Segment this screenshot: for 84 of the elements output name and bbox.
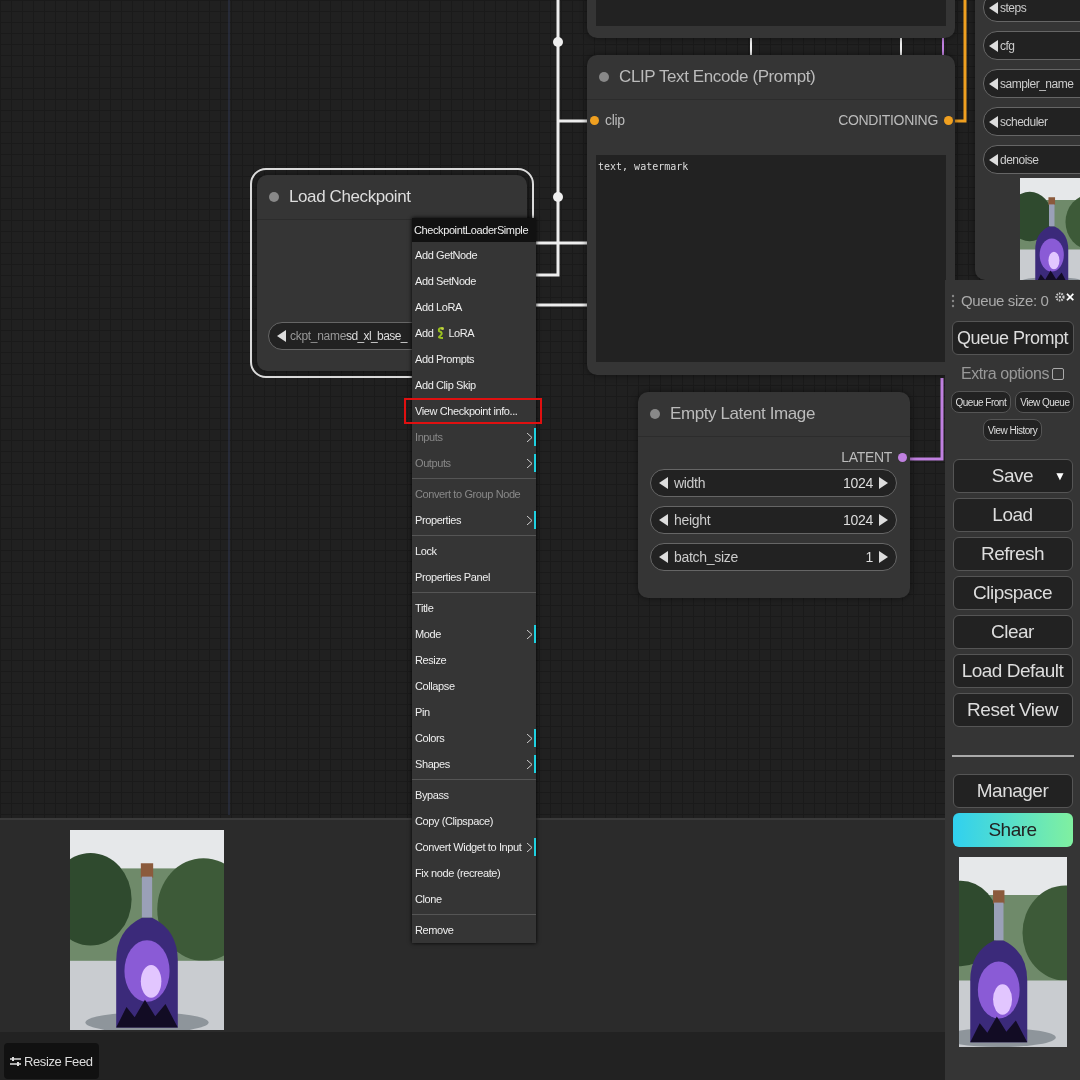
queue-option-button[interactable]: Queue Front [950, 391, 1012, 413]
left-arrow-icon[interactable] [277, 330, 286, 342]
input-slot-icon[interactable] [590, 115, 599, 125]
left-arrow-icon[interactable] [659, 514, 668, 526]
menu-item[interactable]: Title [412, 595, 536, 621]
queue-option-button[interactable]: View Queue [1015, 391, 1075, 413]
left-arrow-icon[interactable] [989, 115, 998, 128]
drag-handle-icon[interactable] [951, 293, 955, 308]
menu-item[interactable]: Properties Panel [412, 564, 536, 590]
menu-item[interactable]: Fix node (recreate) [412, 860, 536, 886]
node-card[interactable]: CLIP Text Encode (Prompt) clip CONDITIONING text, watermark [587, 55, 955, 375]
menu-item[interactable]: Add LoRA [412, 294, 536, 320]
node-widget[interactable]: sampler_name [983, 69, 1080, 98]
input-label: clip [605, 112, 625, 128]
panel-button[interactable]: Clear [952, 615, 1073, 649]
node-widget[interactable]: steps [983, 0, 1080, 22]
left-arrow-icon[interactable] [989, 77, 998, 90]
prompt-text-area[interactable]: text, watermark [596, 155, 946, 362]
menu-item[interactable]: Convert Widget to Input [412, 834, 536, 860]
menu-item[interactable]: Colors [412, 725, 536, 751]
snake-icon [436, 327, 446, 339]
menu-item[interactable]: Add SetNode [412, 268, 536, 294]
menu-item[interactable]: View Checkpoint info... [404, 398, 542, 424]
checkbox[interactable] [1052, 368, 1065, 380]
node-card[interactable]: steps cfg sampler_name scheduler denoise [975, 0, 1080, 280]
queue-prompt-button[interactable]: Queue Prompt [951, 321, 1074, 355]
menu-item[interactable]: Collapse [412, 673, 536, 699]
menu-item[interactable]: Copy (Clipspace) [412, 808, 536, 834]
right-arrow-icon[interactable] [879, 514, 888, 526]
reroute-dot[interactable] [553, 192, 563, 202]
status-dot [599, 72, 609, 82]
status-dot [269, 192, 279, 202]
link-wire [750, 37, 752, 56]
node-title: CLIP Text Encode (Prompt) [619, 67, 816, 87]
output-slot-icon[interactable] [944, 115, 953, 125]
menu-item[interactable]: Bypass [412, 782, 536, 808]
panel-button[interactable]: Clipspace [952, 576, 1073, 610]
resize-feed-button[interactable]: Resize Feed [4, 1043, 99, 1079]
node-widget[interactable]: height 1024 [650, 506, 897, 534]
menu-item[interactable]: Resize [412, 647, 536, 673]
menu-title: CheckpointLoaderSimple [412, 218, 536, 242]
link-wire [942, 37, 944, 56]
output-label: LATENT [841, 449, 892, 465]
panel-button[interactable]: Refresh [952, 537, 1073, 571]
right-arrow-icon[interactable] [879, 551, 888, 563]
node-widget[interactable]: cfg [983, 31, 1080, 60]
menu-item[interactable]: Clone [412, 886, 536, 912]
panel-button[interactable]: Load Default [952, 654, 1073, 688]
queue-option-button[interactable]: View History [982, 419, 1043, 441]
panel-button[interactable]: Load [952, 498, 1073, 532]
close-button[interactable]: × [1065, 288, 1074, 305]
left-arrow-icon[interactable] [989, 1, 998, 14]
menu-item[interactable]: Pin [412, 699, 536, 725]
manager-button[interactable]: Manager [952, 774, 1073, 808]
output-label: CONDITIONING [838, 112, 938, 128]
settings-icon[interactable] [1054, 291, 1065, 302]
node-title: Empty Latent Image [670, 404, 815, 424]
output-slot-icon[interactable] [898, 452, 907, 462]
node-widget[interactable]: width 1024 [650, 469, 897, 497]
save-button[interactable]: Save ▼ [952, 459, 1073, 493]
menu-item[interactable]: Properties [412, 507, 536, 533]
menu-item[interactable]: Shapes [412, 751, 536, 777]
menu-item[interactable]: Add GetNode [412, 242, 536, 268]
left-arrow-icon[interactable] [989, 153, 998, 166]
left-arrow-icon[interactable] [659, 477, 668, 489]
status-dot [650, 409, 660, 419]
reroute-dot[interactable] [553, 37, 563, 47]
share-button[interactable]: Share [952, 813, 1073, 847]
node-widget[interactable]: batch_size 1 [650, 543, 897, 571]
node-widget[interactable]: scheduler [983, 107, 1080, 136]
node-title: Load Checkpoint [289, 187, 411, 207]
queue-size-label: Queue size: 0 [961, 292, 1049, 309]
menu-item[interactable]: Lock [412, 538, 536, 564]
node-widget[interactable]: denoise [983, 145, 1080, 174]
node-card[interactable]: Empty Latent Image LATENT width 1024 height 1024 batch_size 1 [638, 392, 910, 598]
right-arrow-icon[interactable] [879, 477, 888, 489]
left-arrow-icon[interactable] [659, 551, 668, 563]
menu-item[interactable]: Mode [412, 621, 536, 647]
link-wire [900, 37, 902, 56]
sliders-icon [10, 1055, 21, 1067]
left-arrow-icon[interactable] [989, 39, 998, 52]
panel-button[interactable]: Reset View [952, 693, 1073, 727]
checkbox-label: Extra options [960, 365, 1050, 383]
menu-item[interactable]: Remove [412, 917, 536, 943]
